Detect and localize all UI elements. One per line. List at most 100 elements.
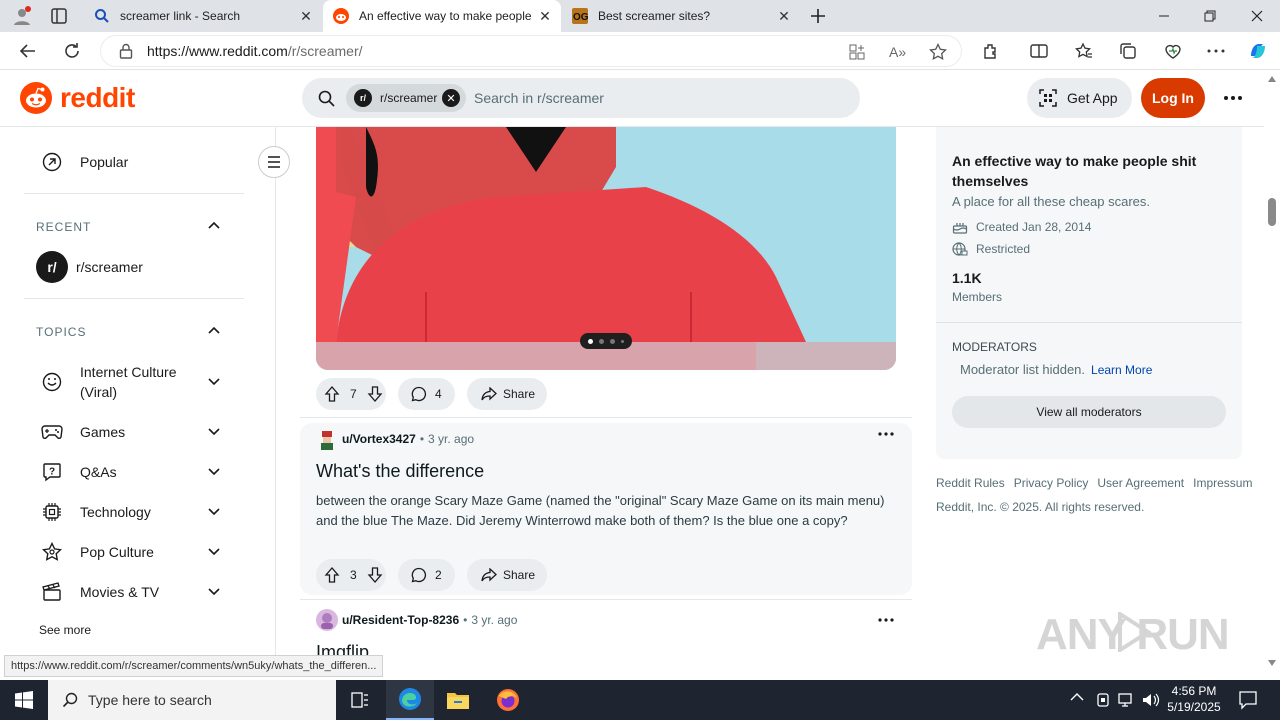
globe-lock-icon [952,241,968,257]
search-bar[interactable]: r/ r/screamer ✕ Search in r/screamer [302,78,860,118]
post-media-carousel[interactable] [316,127,896,370]
read-aloud-icon[interactable]: A» [889,44,906,60]
carousel-dot[interactable] [621,339,624,343]
tab-search[interactable]: screamer link - Search ✕ [84,0,322,32]
footer-link[interactable]: Privacy Policy [1014,476,1089,490]
edge-taskbar-icon[interactable] [386,680,434,720]
close-window-icon[interactable] [1234,0,1280,32]
post-author[interactable]: u/Resident-Top-8236 [342,613,459,627]
lock-icon[interactable] [119,43,133,59]
anyrun-watermark: ANY RUN [1036,610,1230,660]
tab-actions-icon[interactable] [50,7,70,25]
cake-icon [952,219,968,235]
footer-link[interactable]: Reddit Rules [936,476,1005,490]
post-title[interactable]: What's the difference [316,461,484,482]
share-button[interactable]: Share [467,378,547,410]
topic-label: Games [80,424,126,440]
user-avatar[interactable] [316,609,338,631]
carousel-dot[interactable] [610,338,615,344]
file-explorer-icon[interactable] [434,680,482,720]
view-all-moderators-button[interactable]: View all moderators [952,396,1226,428]
scroll-thumb[interactable] [1268,198,1276,226]
post-options-icon[interactable] [878,432,894,436]
collapse-nav-button[interactable] [258,146,290,178]
network-icon[interactable] [1118,692,1136,708]
url-field[interactable]: https://www.reddit.com/r/screamer/ A» [100,35,962,67]
scroll-up-arrow-icon[interactable] [1268,76,1276,82]
app-available-icon[interactable] [849,44,865,60]
remove-scope-icon[interactable]: ✕ [442,89,460,107]
search-scope-chip[interactable]: r/ r/screamer ✕ [346,84,466,112]
restore-icon[interactable] [1187,0,1233,32]
get-app-button[interactable]: Get App [1027,78,1132,118]
favorites-icon[interactable] [1069,36,1099,66]
post-author[interactable]: u/Vortex3427 [342,432,416,446]
user-avatar[interactable] [316,428,338,450]
search-icon [318,90,335,107]
share-arrow-icon [481,387,497,401]
windows-start-icon[interactable] [0,680,48,720]
volume-icon[interactable] [1142,692,1160,708]
comments-button[interactable]: 2 [398,559,455,591]
topic-label: Internet Culture (Viral) [80,364,177,400]
topic-internet-culture[interactable]: Internet Culture (Viral) [20,361,240,403]
chip-icon [40,500,64,524]
copilot-icon[interactable] [1243,36,1273,66]
new-tab-icon[interactable] [808,6,828,26]
learn-more-link[interactable]: Learn More [1091,363,1152,377]
taskbar-search[interactable]: Type here to search [48,680,336,720]
close-tab-icon[interactable]: ✕ [776,8,792,24]
carousel-dots[interactable] [580,333,632,349]
chevron-down-icon [208,428,220,436]
close-tab-icon[interactable]: ✕ [298,8,314,24]
comments-button[interactable]: 4 [398,378,455,410]
log-in-button[interactable]: Log In [1141,78,1205,118]
carousel-dot[interactable] [599,338,604,344]
scroll-down-arrow-icon[interactable] [1268,660,1276,666]
browser-essentials-icon[interactable] [1158,36,1188,66]
close-tab-icon[interactable]: ✕ [537,8,553,24]
share-button[interactable]: Share [467,559,547,591]
show-hidden-icons-icon[interactable] [1070,692,1084,702]
tab-best-screamer[interactable]: OG Best screamer sites? ✕ [562,0,800,32]
downvote-icon[interactable] [367,386,383,402]
collections-icon[interactable] [1113,36,1143,66]
see-more-link[interactable]: See more [39,623,91,637]
topic-pop-culture[interactable]: Pop Culture [20,537,240,567]
upvote-icon[interactable] [324,386,340,402]
topic-qas[interactable]: ? Q&As [20,457,240,487]
footer-link[interactable]: Impressum [1193,476,1252,490]
recent-section-toggle[interactable]: RECENT [20,215,240,239]
upvote-icon[interactable] [324,567,340,583]
topic-technology[interactable]: Technology [20,497,240,527]
sidebar-divider [936,322,1242,323]
recent-item-screamer[interactable]: r/ r/screamer [20,251,240,283]
more-menu-icon[interactable] [1201,36,1231,66]
favorite-star-icon[interactable] [929,43,947,61]
minimize-icon[interactable] [1141,0,1187,32]
footer-link[interactable]: User Agreement [1097,476,1184,490]
reddit-logo[interactable]: reddit [20,82,135,114]
refresh-icon[interactable] [57,36,87,66]
downvote-icon[interactable] [367,567,383,583]
split-screen-icon[interactable] [1024,36,1054,66]
notification-center-icon[interactable] [1238,690,1258,710]
extensions-icon[interactable] [976,36,1006,66]
topics-section-toggle[interactable]: TOPICS [20,320,240,344]
page-scrollbar[interactable] [1264,70,1280,677]
clock[interactable]: 4:56 PM 5/19/2025 [1166,683,1222,715]
post-options-icon[interactable] [878,618,894,622]
network-device-icon[interactable] [1095,692,1111,708]
overflow-menu-icon[interactable] [1219,90,1247,106]
profile-icon[interactable] [12,6,32,26]
carousel-dot[interactable] [588,338,593,344]
firefox-icon[interactable] [484,680,532,720]
tab-reddit[interactable]: An effective way to make people ✕ [323,0,561,32]
task-view-icon[interactable] [336,680,384,720]
topic-games[interactable]: Games [20,417,240,447]
nav-popular[interactable]: Popular [20,147,240,177]
back-arrow-icon[interactable] [13,36,43,66]
topic-movies-tv[interactable]: Movies & TV [20,577,240,607]
nav-popular-label: Popular [80,154,129,170]
search-input[interactable]: Search in r/screamer [474,90,604,106]
